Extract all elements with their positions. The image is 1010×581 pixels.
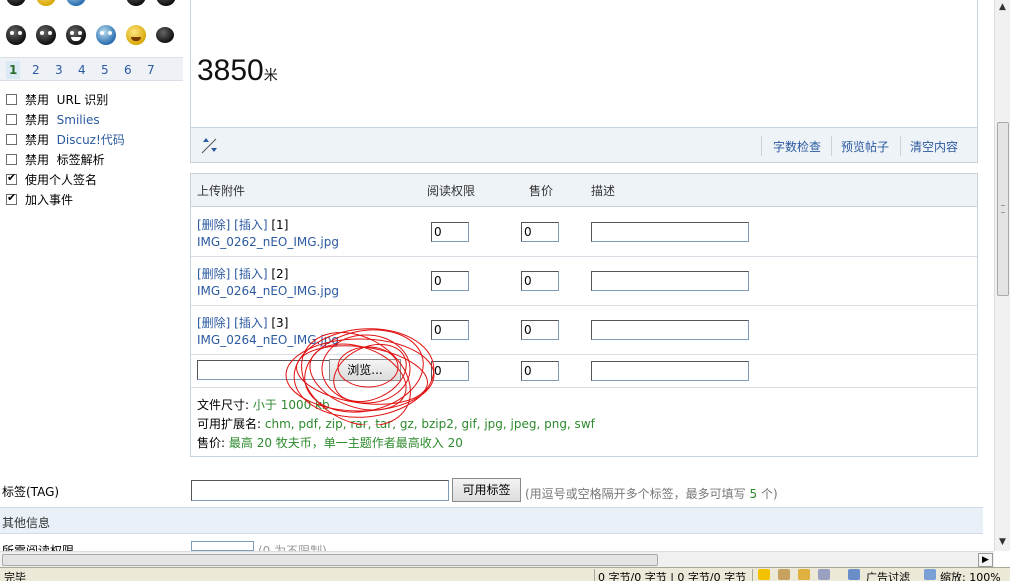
option-add-event[interactable]: 加入事件 xyxy=(6,191,73,207)
status-bar: 完毕 0 字节/0 字节 | 0 字节/0 字节 广告讨滤 缩放: 100% xyxy=(0,567,1010,581)
smilies-panel xyxy=(0,0,183,56)
price-input[interactable]: 0 xyxy=(521,271,559,291)
page-link-4[interactable]: 4 xyxy=(78,63,86,77)
editor-toolbar: 字数检查 预览帖子 清空内容 xyxy=(190,127,978,163)
option-disable-discuz-code[interactable]: 禁用 Discuz!代码 xyxy=(6,131,125,147)
cube-icon[interactable] xyxy=(818,569,830,580)
zoom-level[interactable]: 缩放: 100% xyxy=(940,569,1001,581)
delete-insert-links[interactable]: [删除] [插入] xyxy=(197,218,268,232)
page-link-3[interactable]: 3 xyxy=(55,63,63,77)
attachments-header: 上传附件 阅读权限 售价 描述 xyxy=(191,174,977,207)
red-scribble-annotation xyxy=(285,328,435,425)
option-disable-smilies[interactable]: 禁用 Smilies xyxy=(6,111,100,127)
smilies-pager: 1 2 3 4 5 6 7 xyxy=(0,57,183,81)
checkbox[interactable] xyxy=(6,94,17,105)
folder-icon[interactable] xyxy=(798,569,810,580)
checkbox-checked[interactable] xyxy=(6,191,17,205)
checkbox[interactable] xyxy=(6,134,17,145)
description-input[interactable] xyxy=(591,271,749,291)
print-icon[interactable] xyxy=(778,569,790,580)
option-disable-url[interactable]: 禁用 URL 识别 xyxy=(6,91,108,107)
other-info-section: 其他信息 xyxy=(0,507,983,534)
resize-toggle-icon[interactable] xyxy=(199,134,221,156)
scroll-right-icon[interactable]: ▶ xyxy=(978,553,993,567)
page-link-1[interactable]: 1 xyxy=(6,61,21,79)
scroll-down-icon[interactable]: ▼ xyxy=(999,537,1006,547)
delete-insert-links[interactable]: [删除] [插入] xyxy=(197,267,268,281)
smiley-icon[interactable] xyxy=(126,25,146,45)
transfer-stats: 0 字节/0 字节 | 0 字节/0 字节 xyxy=(598,571,747,581)
read-permission-input[interactable] xyxy=(191,541,254,551)
clear-content-button[interactable]: 清空内容 xyxy=(910,138,958,155)
smiley-icon[interactable] xyxy=(36,0,56,6)
smiley-icon[interactable] xyxy=(96,25,116,45)
checkbox[interactable] xyxy=(6,114,17,125)
smiley-icon[interactable] xyxy=(156,0,176,6)
ad-filter-icon[interactable] xyxy=(848,569,860,580)
price-input[interactable]: 0 xyxy=(521,320,559,340)
smiley-icon[interactable] xyxy=(126,0,146,6)
page-link-2[interactable]: 2 xyxy=(32,63,40,77)
smiley-icon[interactable] xyxy=(66,0,86,6)
attachment-row: [删除] [插入] [2] IMG_0264_nEO_IMG.jpg 0 0 xyxy=(191,257,977,306)
option-disable-tag-parse[interactable]: 禁用 标签解析 xyxy=(6,151,105,167)
page-link-7[interactable]: 7 xyxy=(147,63,155,77)
read-permission-input[interactable]: 0 xyxy=(431,222,469,242)
zoom-icon[interactable] xyxy=(924,569,936,580)
attachment-filename[interactable]: IMG_0262_nEO_IMG.jpg xyxy=(197,235,339,249)
vertical-scrollbar[interactable]: ▲ ▼ xyxy=(994,0,1010,551)
tag-label: 标签(TAG) xyxy=(2,485,60,499)
read-permission-input[interactable]: 0 xyxy=(431,271,469,291)
preview-post-button[interactable]: 预览帖子 xyxy=(841,138,889,155)
ad-filter-label[interactable]: 广告讨滤 xyxy=(866,569,910,581)
horizontal-scroll-thumb[interactable] xyxy=(2,554,658,566)
status-text: 完毕 xyxy=(4,571,26,581)
smiley-icon[interactable] xyxy=(66,25,86,45)
smiley-icon[interactable] xyxy=(156,27,174,43)
page-link-6[interactable]: 6 xyxy=(124,63,132,77)
attachment-filename[interactable]: IMG_0264_nEO_IMG.jpg xyxy=(197,284,339,298)
horizontal-scrollbar[interactable]: ▶ xyxy=(0,551,994,567)
word-count-button[interactable]: 字数检查 xyxy=(773,138,821,155)
smiley-icon[interactable] xyxy=(6,25,26,45)
page-link-5[interactable]: 5 xyxy=(101,63,109,77)
checkbox-checked[interactable] xyxy=(6,171,17,185)
scroll-up-icon[interactable]: ▲ xyxy=(999,2,1006,12)
lightning-icon[interactable] xyxy=(758,569,770,580)
option-use-signature[interactable]: 使用个人签名 xyxy=(6,171,97,187)
description-input[interactable] xyxy=(591,222,749,242)
vertical-scroll-thumb[interactable] xyxy=(997,122,1009,296)
smiley-icon[interactable] xyxy=(36,25,56,45)
smiley-icon[interactable] xyxy=(6,0,26,6)
checkbox[interactable] xyxy=(6,154,17,165)
price-input[interactable]: 0 xyxy=(521,222,559,242)
delete-insert-links[interactable]: [删除] [插入] xyxy=(197,316,268,330)
distance-counter: 3850米 xyxy=(197,54,278,87)
tag-hint: (用逗号或空格隔开多个标签，最多可填写 5 个) xyxy=(525,487,778,501)
attachment-row: [删除] [插入] [1] IMG_0262_nEO_IMG.jpg 0 0 xyxy=(191,208,977,257)
price-input[interactable]: 0 xyxy=(521,361,559,381)
description-input[interactable] xyxy=(591,320,749,340)
tag-input[interactable] xyxy=(191,480,449,501)
available-tags-button[interactable]: 可用标签 xyxy=(452,478,521,502)
description-input[interactable] xyxy=(591,361,749,381)
